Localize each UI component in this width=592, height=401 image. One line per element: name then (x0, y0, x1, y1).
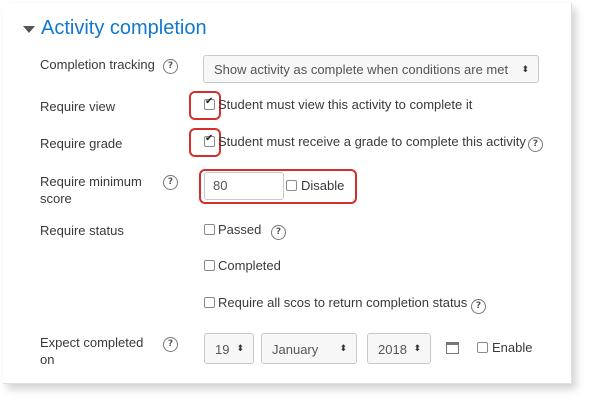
completed-checkbox[interactable] (204, 260, 215, 271)
help-icon[interactable]: ? (471, 299, 486, 314)
help-icon[interactable]: ? (163, 175, 178, 190)
month-select[interactable]: January ⬍ (261, 333, 357, 364)
require-all-label: Require all scos to return completion st… (218, 295, 468, 310)
day-value: 19 (215, 342, 230, 357)
expect-completed-label-1: Expect completed (40, 335, 144, 350)
passed-checkbox[interactable] (204, 224, 215, 235)
calendar-icon[interactable] (446, 342, 459, 354)
require-view-text: Student must view this activity to compl… (218, 97, 473, 112)
select-arrow-icon: ⬍ (236, 344, 244, 354)
require-all-checkbox[interactable] (204, 297, 215, 308)
help-icon[interactable]: ? (163, 337, 178, 352)
year-select[interactable]: 2018 ⬍ (367, 333, 431, 364)
disable-checkbox[interactable] (286, 180, 297, 191)
help-icon[interactable]: ? (528, 137, 543, 152)
section-header[interactable]: Activity completion (23, 17, 207, 40)
require-min-score-label-2: score (40, 191, 72, 206)
require-view-label: Require view (40, 99, 116, 114)
enable-checkbox[interactable] (477, 342, 488, 353)
select-arrow-icon: ⬍ (339, 344, 347, 354)
passed-label: Passed (218, 222, 262, 237)
require-status-label: Require status (40, 223, 124, 238)
year-value: 2018 (378, 342, 407, 357)
require-grade-text: Student must receive a grade to complete… (218, 134, 526, 149)
activity-completion-panel: Activity completion Completion tracking … (3, 3, 572, 384)
expect-completed-label-2: on (40, 352, 55, 367)
help-icon[interactable]: ? (271, 225, 286, 240)
min-score-input[interactable]: 80 (204, 172, 284, 200)
select-arrow-icon: ⬍ (521, 65, 529, 75)
enable-label: Enable (492, 340, 533, 355)
month-value: January (272, 342, 319, 357)
disable-label: Disable (301, 178, 345, 193)
completion-tracking-label: Completion tracking (40, 57, 155, 72)
completion-tracking-value: Show activity as complete when condition… (214, 62, 509, 77)
require-grade-checkbox[interactable] (204, 133, 215, 147)
completed-label: Completed (218, 258, 281, 273)
caret-down-icon[interactable] (23, 26, 35, 33)
require-view-checkbox[interactable] (204, 96, 215, 110)
section-title: Activity completion (41, 17, 207, 39)
help-icon[interactable]: ? (163, 59, 178, 74)
day-select[interactable]: 19 ⬍ (204, 333, 254, 364)
select-arrow-icon: ⬍ (413, 344, 421, 354)
completion-tracking-select[interactable]: Show activity as complete when condition… (203, 55, 539, 83)
require-grade-label: Require grade (40, 136, 123, 151)
